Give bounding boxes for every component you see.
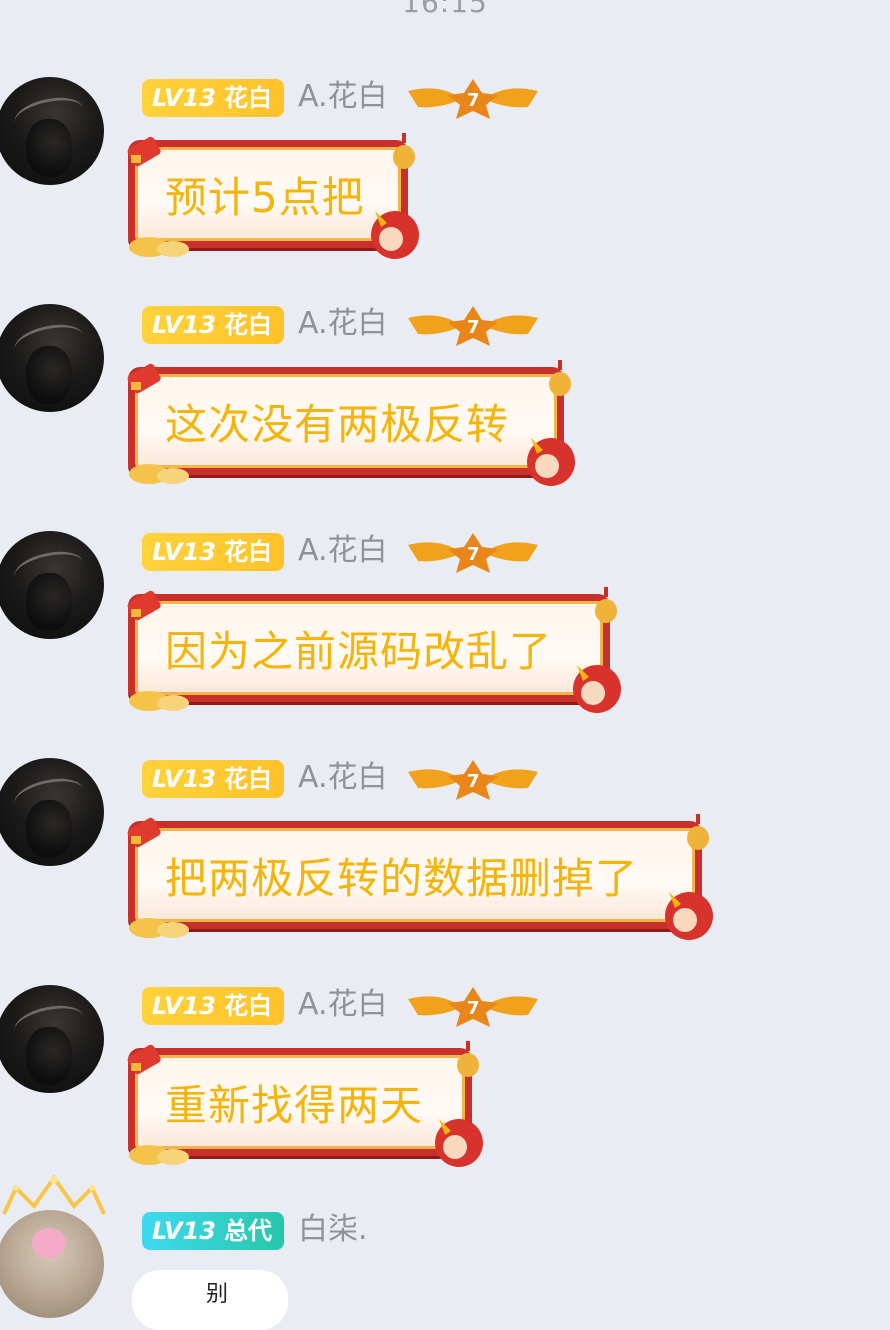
- sender-name[interactable]: A.花白: [298, 304, 388, 344]
- message-text: 因为之前源码改乱了: [165, 627, 553, 676]
- avatar[interactable]: [0, 77, 104, 185]
- message-bubble[interactable]: 把两极反转的数据删掉了: [127, 814, 713, 940]
- level-label: LV13: [152, 992, 216, 1020]
- lion-mascot-icon: [573, 665, 621, 713]
- message-text: 这次没有两极反转: [165, 400, 510, 449]
- level-badge: LV13 总代: [142, 1212, 284, 1250]
- rank-number: 7: [467, 544, 480, 565]
- scroll-decoration-icon: [127, 1044, 161, 1075]
- sender-name[interactable]: A.花白: [298, 77, 388, 117]
- rank-wings-icon: 7: [408, 306, 538, 346]
- message-text: 重新找得两天: [165, 1081, 424, 1130]
- lantern-icon: [393, 133, 415, 183]
- rank-wings-icon: 7: [408, 533, 538, 573]
- lion-mascot-icon: [371, 211, 419, 259]
- level-badge: LV13 花白: [142, 760, 284, 798]
- lantern-icon: [687, 814, 709, 864]
- cloud-decoration-icon: [129, 464, 189, 484]
- title-label: 总代: [223, 1217, 272, 1245]
- level-label: LV13: [152, 538, 216, 566]
- sender-name[interactable]: 白柒.: [298, 1210, 368, 1250]
- rank-wings-icon: 7: [408, 79, 538, 119]
- avatar[interactable]: [0, 1210, 104, 1318]
- lantern-icon: [549, 360, 571, 410]
- timestamp: 16:15: [402, 0, 488, 19]
- level-label: LV13: [152, 1217, 216, 1245]
- sender-name[interactable]: A.花白: [298, 531, 388, 571]
- avatar[interactable]: [0, 758, 104, 866]
- sender-name[interactable]: A.花白: [298, 758, 388, 798]
- level-label: LV13: [152, 311, 216, 339]
- scroll-decoration-icon: [127, 363, 161, 394]
- message-bubble[interactable]: 这次没有两极反转: [127, 360, 575, 486]
- title-label: 花白: [223, 765, 272, 793]
- scroll-decoration-icon: [127, 817, 161, 848]
- lantern-icon: [595, 587, 617, 637]
- rank-wings-icon: 7: [408, 760, 538, 800]
- level-badge: LV13 花白: [142, 79, 284, 117]
- cloud-decoration-icon: [129, 1145, 189, 1165]
- lion-mascot-icon: [665, 892, 713, 940]
- avatar[interactable]: [0, 304, 104, 412]
- message-text: 把两极反转的数据删掉了: [165, 854, 639, 903]
- title-label: 花白: [223, 538, 272, 566]
- lantern-icon: [457, 1041, 479, 1091]
- message-bubble[interactable]: 预计5点把: [127, 133, 419, 259]
- title-label: 花白: [223, 992, 272, 1020]
- level-badge: LV13 花白: [142, 533, 284, 571]
- rank-number: 7: [467, 998, 480, 1019]
- rank-number: 7: [467, 317, 480, 338]
- cloud-decoration-icon: [129, 691, 189, 711]
- message-bubble[interactable]: 重新找得两天: [127, 1041, 483, 1167]
- level-badge: LV13 花白: [142, 987, 284, 1025]
- sender-name[interactable]: A.花白: [298, 985, 388, 1025]
- rank-number: 7: [467, 771, 480, 792]
- message-text: 预计5点把: [165, 173, 365, 222]
- scroll-decoration-icon: [127, 136, 161, 167]
- message-bubble[interactable]: 因为之前源码改乱了: [127, 587, 621, 713]
- scroll-decoration-icon: [127, 590, 161, 621]
- message-text: 别: [206, 1282, 229, 1307]
- avatar[interactable]: [0, 531, 104, 639]
- avatar[interactable]: [0, 985, 104, 1093]
- lion-mascot-icon: [527, 438, 575, 486]
- crown-frame-icon: [2, 1174, 106, 1215]
- cloud-decoration-icon: [129, 237, 189, 257]
- rank-wings-icon: 7: [408, 987, 538, 1027]
- level-badge: LV13 花白: [142, 306, 284, 344]
- title-label: 花白: [223, 311, 272, 339]
- lion-mascot-icon: [435, 1119, 483, 1167]
- title-label: 花白: [223, 84, 272, 112]
- message-bubble[interactable]: 别: [132, 1270, 288, 1330]
- level-label: LV13: [152, 84, 216, 112]
- rank-number: 7: [467, 90, 480, 111]
- cloud-decoration-icon: [129, 918, 189, 938]
- level-label: LV13: [152, 765, 216, 793]
